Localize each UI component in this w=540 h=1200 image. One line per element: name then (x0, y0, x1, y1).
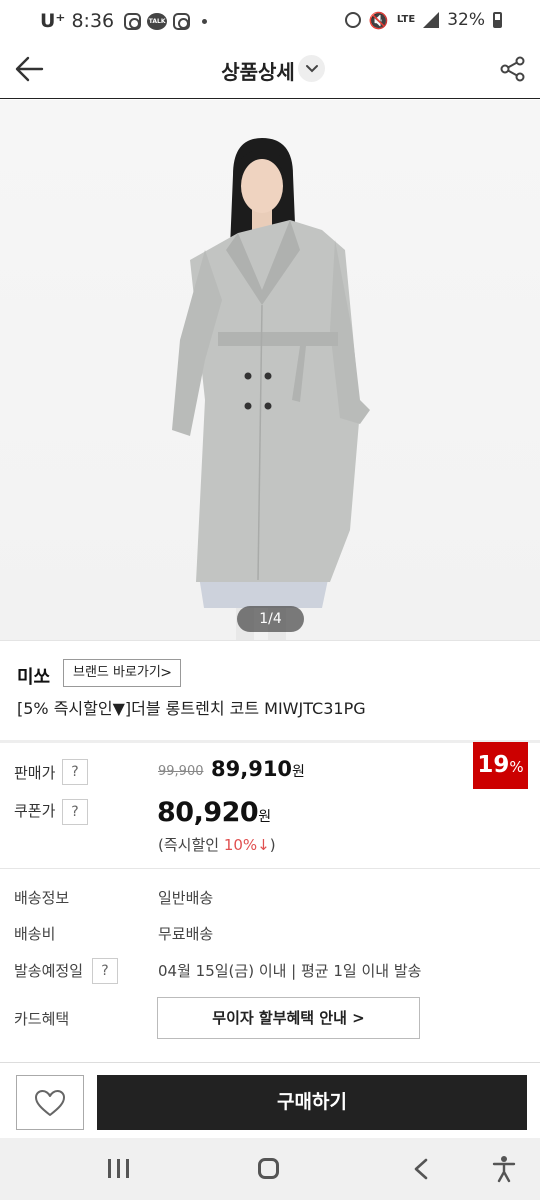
instant-discount-prefix: (즉시할인 (158, 836, 224, 854)
brand-shortcut-label: 브랜드 바로가기 (73, 665, 161, 680)
heart-icon (35, 1089, 65, 1116)
section-divider (0, 740, 540, 743)
trench-coat-model-photo (172, 138, 370, 640)
sale-price-help-button[interactable]: ? (62, 759, 88, 785)
chevron-left-icon (414, 1158, 428, 1180)
product-image[interactable] (0, 100, 540, 640)
instant-discount-suffix: ) (269, 836, 276, 854)
title-dropdown-button[interactable] (298, 55, 325, 82)
ship-date-label: 발송예정일 (14, 962, 84, 980)
recents-button[interactable] (108, 1159, 129, 1178)
delivery-info-label: 배송정보 (14, 889, 70, 907)
coupon-price-value: 80,920 (157, 797, 259, 828)
sale-price: 89,910원 (211, 757, 305, 781)
battery-icon (493, 12, 502, 28)
buy-button[interactable]: 구매하기 (97, 1075, 527, 1130)
recents-icon (117, 1159, 120, 1178)
home-button[interactable] (258, 1158, 279, 1179)
chevron-right-icon: > (352, 1009, 365, 1027)
chevron-right-icon: > (160, 665, 172, 681)
brand-name: 미쏘 (17, 667, 51, 688)
product-info: 미쏘 브랜드 바로가기 > [5% 즉시할인▼]더블 롱트렌치 코트 MIWJT… (0, 640, 540, 740)
discount-rate: 19 (477, 752, 510, 778)
accessibility-button[interactable] (492, 1155, 516, 1183)
delivery-fee-value: 무료배송 (158, 925, 214, 943)
share-icon (500, 56, 525, 82)
mute-icon: 🔇 (368, 10, 389, 30)
more-notifications-icon (202, 18, 208, 24)
sale-price-value: 89,910 (211, 757, 293, 781)
wishlist-button[interactable] (16, 1075, 84, 1130)
chevron-down-icon (305, 64, 318, 72)
card-benefit-label: 카드혜택 (14, 1010, 70, 1028)
product-title: [5% 즉시할인▼]더블 롱트렌치 코트 MIWJTC31PG (17, 699, 366, 718)
share-button[interactable] (500, 56, 526, 82)
signal-icon (423, 12, 440, 28)
carrier-label: U⁺ (40, 10, 66, 32)
recents-icon (108, 1159, 111, 1178)
instant-discount-rate: 10%↓ (223, 836, 270, 854)
network-type: LTE (396, 14, 416, 25)
discount-unit: % (509, 758, 524, 776)
status-bar: U⁺ 8:36 TALK 🔇 LTE 32% (0, 0, 540, 40)
app-header: 상품상세 (0, 40, 540, 99)
sale-price-label: 판매가 (14, 764, 56, 782)
brand-shortcut-button[interactable]: 브랜드 바로가기 > (63, 659, 181, 687)
discount-badge: 19% (473, 742, 528, 789)
instagram-icon (173, 12, 191, 30)
system-nav-bar (0, 1138, 540, 1200)
installment-info-label: 무이자 할부혜택 안내 (212, 1009, 347, 1027)
coupon-price: 80,920원 (157, 797, 271, 828)
ship-date-help-button[interactable]: ? (92, 958, 118, 984)
purchase-bar: 구매하기 (0, 1062, 540, 1138)
alarm-icon (344, 12, 361, 28)
sale-price-unit: 원 (292, 764, 305, 780)
installment-info-button[interactable]: 무이자 할부혜택 안내 > (157, 997, 420, 1039)
delivery-fee-label: 배송비 (14, 925, 56, 943)
original-price: 99,900 (158, 764, 204, 779)
kakaotalk-icon: TALK (147, 12, 168, 30)
clock: 8:36 (71, 10, 115, 32)
section-divider (0, 868, 540, 869)
system-back-button[interactable] (411, 1157, 431, 1181)
battery-level: 32% (447, 10, 485, 30)
coupon-price-help-button[interactable]: ? (62, 799, 88, 825)
coupon-price-label: 쿠폰가 (14, 802, 56, 820)
page-title: 상품상세 (221, 60, 295, 84)
coupon-price-unit: 원 (258, 809, 271, 825)
image-page-indicator: 1/4 (237, 606, 304, 632)
ship-date-value: 04월 15일(금) 이내 | 평균 1일 이내 발송 (158, 962, 422, 980)
recents-icon (126, 1159, 129, 1178)
accessibility-icon (492, 1156, 516, 1183)
delivery-info-value: 일반배송 (158, 889, 214, 907)
instagram-icon (124, 12, 142, 30)
instant-discount-note: (즉시할인 10%↓) (158, 834, 276, 855)
